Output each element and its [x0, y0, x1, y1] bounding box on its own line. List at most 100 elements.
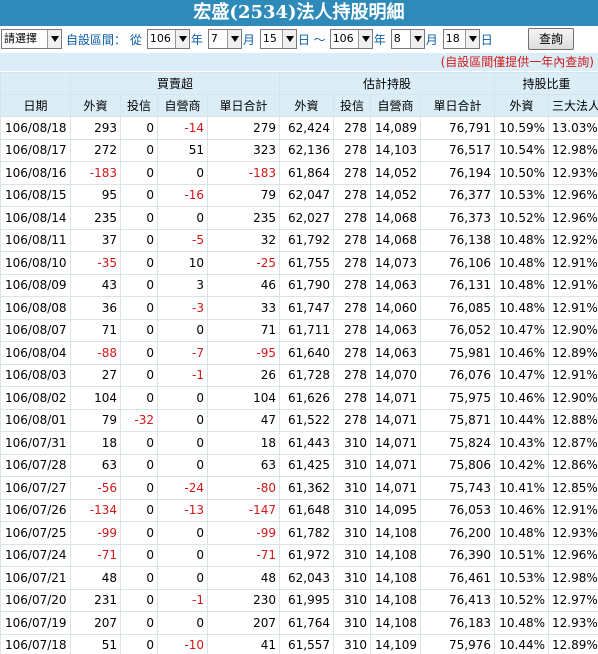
- value-cell: -1: [157, 588, 208, 612]
- value-cell: 75,981: [420, 341, 496, 365]
- table-row: 106/07/26 -134 0 -13 -147 61,648 310 14,095 76,0…: [0, 498, 598, 522]
- value-cell: 0: [120, 206, 158, 230]
- value-cell: 10.44%: [494, 633, 550, 654]
- value-cell: 61,557: [279, 633, 335, 654]
- value-cell: 18: [206, 431, 281, 455]
- value-cell: 75,975: [420, 386, 496, 410]
- value-cell: -95: [206, 341, 281, 365]
- to-day-value: 18: [445, 32, 460, 45]
- date-cell: 106/08/16: [0, 161, 71, 185]
- value-cell: 61,522: [279, 408, 335, 432]
- value-cell: 278: [333, 138, 372, 162]
- column-header: 投信: [120, 94, 158, 117]
- value-cell: 0: [157, 386, 208, 410]
- from-month-select[interactable]: 7: [207, 29, 242, 49]
- value-cell: 231: [70, 588, 121, 612]
- value-cell: 27: [70, 363, 121, 387]
- value-cell: 0: [120, 273, 158, 297]
- query-button[interactable]: 查詢: [528, 28, 574, 50]
- value-cell: 76,085: [420, 296, 496, 320]
- value-cell: 10.48%: [494, 273, 550, 297]
- value-cell: 12.90%: [548, 386, 598, 410]
- table-row: 106/07/24 -71 0 0 -71 61,972 310 14,108 76,390 10…: [0, 543, 598, 567]
- value-cell: -80: [206, 476, 281, 500]
- date-cell: 106/08/09: [0, 273, 71, 297]
- value-cell: 310: [333, 476, 372, 500]
- value-cell: 76,373: [420, 206, 496, 230]
- value-cell: 76,138: [420, 228, 496, 252]
- value-cell: -183: [206, 161, 281, 185]
- value-cell: 47: [206, 408, 281, 432]
- value-cell: 10.47%: [494, 363, 550, 387]
- group-header-holding-ratio: 持股比重: [494, 72, 598, 95]
- value-cell: 14,103: [370, 138, 422, 162]
- date-cell: 106/07/18: [0, 633, 71, 654]
- value-cell: 323: [206, 138, 281, 162]
- chevron-down-icon: [409, 30, 424, 48]
- date-cell: 106/07/19: [0, 611, 71, 635]
- value-cell: 95: [70, 183, 121, 207]
- value-cell: 14,063: [370, 341, 422, 365]
- value-cell: 0: [120, 588, 158, 612]
- institutional-holdings-table: 買賣超 估計持股 持股比重 日期 外資 投信 自營商 單日合計 外資 投信 自營商 單日合計 外資…: [0, 72, 598, 654]
- value-cell: 76,517: [420, 138, 496, 162]
- value-cell: 62,027: [279, 206, 335, 230]
- value-cell: 61,711: [279, 318, 335, 342]
- value-cell: 278: [333, 228, 372, 252]
- value-cell: 63: [206, 453, 281, 477]
- to-day-select[interactable]: 18: [442, 29, 480, 49]
- value-cell: 279: [206, 116, 281, 140]
- value-cell: -134: [70, 498, 121, 522]
- from-year-select[interactable]: 106: [146, 29, 190, 49]
- value-cell: 0: [120, 296, 158, 320]
- value-cell: 63: [70, 453, 121, 477]
- date-cell: 106/08/01: [0, 408, 71, 432]
- value-cell: 235: [206, 206, 281, 230]
- value-cell: 0: [120, 521, 158, 545]
- period-select[interactable]: 請選擇: [1, 29, 62, 49]
- date-cell: 106/07/26: [0, 498, 71, 522]
- value-cell: 12.85%: [548, 476, 598, 500]
- table-row: 106/07/27 -56 0 -24 -80 61,362 310 14,071 75,743…: [0, 476, 598, 500]
- value-cell: 0: [120, 611, 158, 635]
- value-cell: 14,052: [370, 161, 422, 185]
- value-cell: 310: [333, 453, 372, 477]
- value-cell: 310: [333, 611, 372, 635]
- to-month-select[interactable]: 8: [390, 29, 425, 49]
- value-cell: 76,461: [420, 566, 496, 590]
- value-cell: 14,108: [370, 543, 422, 567]
- value-cell: 75,976: [420, 633, 496, 654]
- value-cell: 10.50%: [494, 161, 550, 185]
- value-cell: 61,864: [279, 161, 335, 185]
- column-header: 外資: [70, 94, 121, 117]
- value-cell: 0: [120, 116, 158, 140]
- table-row: 106/07/28 63 0 0 63 61,425 310 14,071 75,806 10.4…: [0, 453, 598, 477]
- value-cell: 75,824: [420, 431, 496, 455]
- value-cell: 310: [333, 498, 372, 522]
- value-cell: 75,871: [420, 408, 496, 432]
- value-cell: 12.93%: [548, 611, 598, 635]
- value-cell: -24: [157, 476, 208, 500]
- custom-range-label: 自設區間： 從: [66, 32, 142, 47]
- value-cell: 278: [333, 183, 372, 207]
- from-year-value: 106: [149, 32, 171, 45]
- value-cell: 32: [206, 228, 281, 252]
- value-cell: 71: [70, 318, 121, 342]
- table-row: 106/08/16 -183 0 0 -183 61,864 278 14,052 76,194…: [0, 161, 598, 185]
- value-cell: 62,047: [279, 183, 335, 207]
- to-year-select[interactable]: 106: [329, 29, 373, 49]
- table-row: 106/08/07 71 0 0 71 61,711 278 14,063 76,052 10.4…: [0, 318, 598, 342]
- value-cell: 61,728: [279, 363, 335, 387]
- value-cell: 14,070: [370, 363, 422, 387]
- chevron-down-icon: [47, 30, 61, 48]
- from-day-select[interactable]: 15: [259, 29, 297, 49]
- value-cell: 310: [333, 633, 372, 654]
- value-cell: 0: [157, 408, 208, 432]
- value-cell: 10.42%: [494, 453, 550, 477]
- value-cell: 10.48%: [494, 521, 550, 545]
- value-cell: 3: [157, 273, 208, 297]
- value-cell: 0: [120, 453, 158, 477]
- value-cell: 41: [206, 633, 281, 654]
- date-cell: 106/08/03: [0, 363, 71, 387]
- value-cell: 0: [157, 566, 208, 590]
